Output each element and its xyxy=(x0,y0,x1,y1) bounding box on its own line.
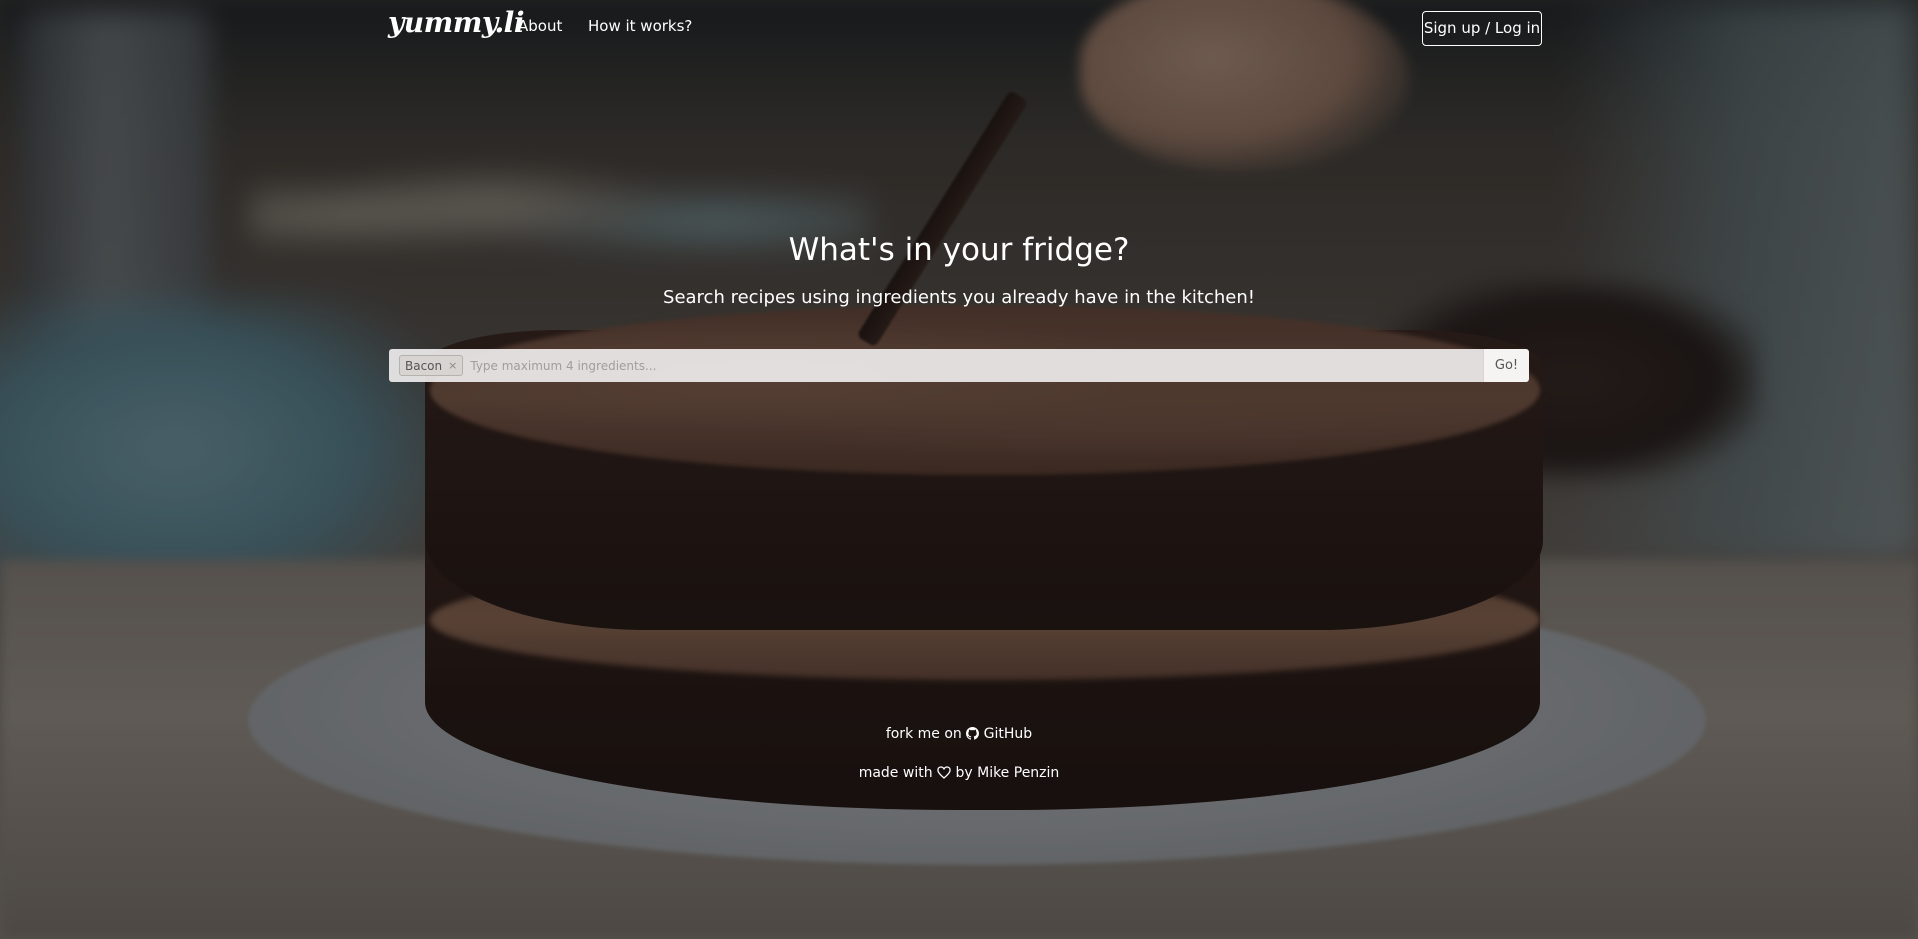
hero-title: What's in your fridge? xyxy=(788,232,1130,268)
github-link-label: GitHub xyxy=(983,726,1033,742)
fork-prefix: fork me on xyxy=(885,726,962,742)
ingredient-tag: Bacon × xyxy=(399,355,464,376)
hero-subtitle: Search recipes using ingredients you alr… xyxy=(663,287,1255,308)
navbar: yummy.li About How it works? Sign up / L… xyxy=(0,0,1918,56)
github-icon xyxy=(966,727,980,740)
background-photo xyxy=(0,0,1918,939)
heart-icon xyxy=(937,766,951,779)
ingredient-tag-label: Bacon xyxy=(405,358,443,373)
go-button[interactable]: Go! xyxy=(1483,349,1529,382)
signup-login-button[interactable]: Sign up / Log in xyxy=(1422,11,1542,46)
nav-link-about[interactable]: About xyxy=(518,17,562,35)
fork-me-line: fork me on GitHub xyxy=(0,726,1918,742)
author-link[interactable]: Mike Penzin xyxy=(977,765,1059,781)
made-with-line: made with by Mike Penzin xyxy=(0,765,1918,781)
made-prefix: made with xyxy=(858,765,933,781)
ingredient-search-bar: Bacon × Go! xyxy=(389,349,1529,382)
tag-remove-icon[interactable]: × xyxy=(448,359,457,372)
github-link[interactable]: GitHub xyxy=(966,726,1032,742)
brand-logo[interactable]: yummy.li xyxy=(388,6,524,39)
nav-link-how-it-works[interactable]: How it works? xyxy=(588,17,692,35)
made-suffix: by xyxy=(955,765,973,781)
ingredient-search-input[interactable] xyxy=(468,349,1483,382)
ingredient-tag-input[interactable]: Bacon × xyxy=(389,349,1483,382)
landing-page: yummy.li About How it works? Sign up / L… xyxy=(0,0,1918,939)
